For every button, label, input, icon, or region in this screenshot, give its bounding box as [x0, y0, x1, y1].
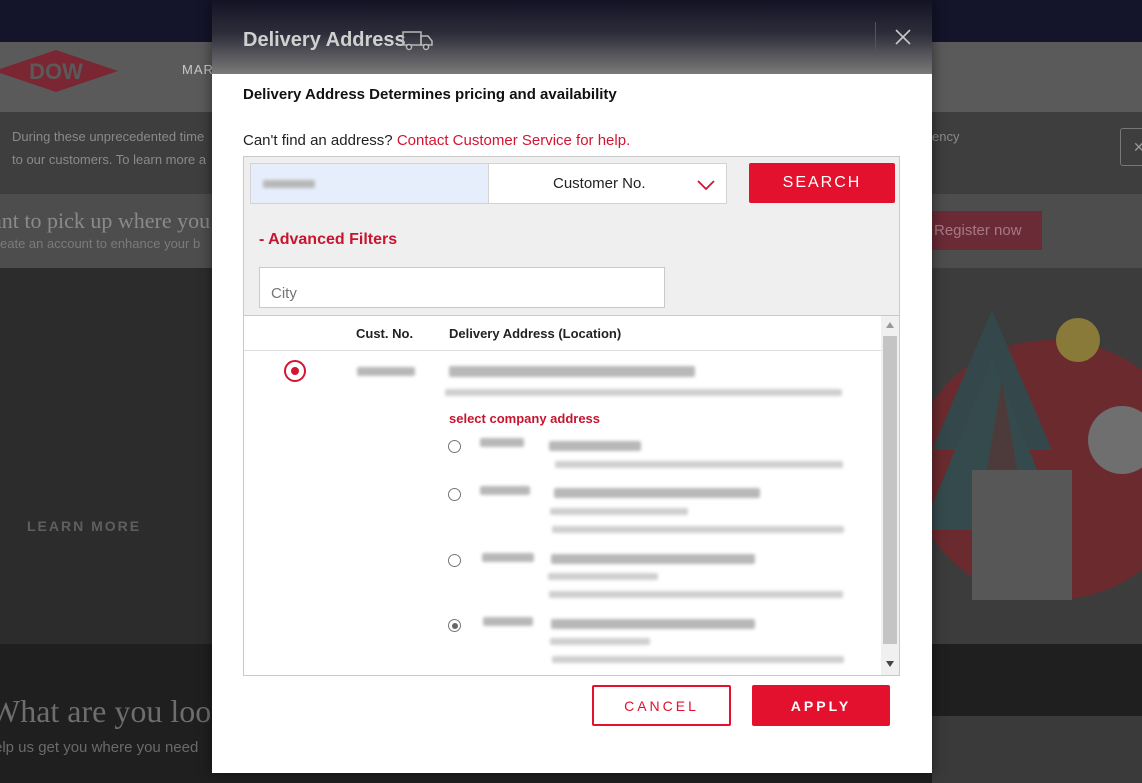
header-divider	[875, 22, 876, 52]
company-address-radio[interactable]	[448, 488, 461, 501]
redacted-address-line	[552, 656, 844, 663]
company-address-radio[interactable]	[448, 554, 461, 567]
background-learn-more: LEARN MORE	[27, 518, 142, 534]
search-type-value: Customer No.	[553, 175, 646, 192]
redacted-address-line	[555, 461, 843, 468]
hero-illustration	[932, 310, 1142, 600]
redacted-address-line	[548, 573, 658, 580]
cancel-button[interactable]: CANCEL	[592, 685, 731, 726]
redacted-address-line	[449, 366, 695, 377]
redacted-address-line	[549, 591, 843, 598]
redacted-address-line	[551, 554, 755, 564]
close-icon[interactable]	[894, 28, 912, 46]
delivery-address-modal: Delivery Address Delivery Address Determ…	[212, 0, 932, 773]
redacted-address-line	[445, 389, 842, 396]
column-header-delivery-address: Delivery Address (Location)	[449, 326, 622, 341]
redacted-address-line	[550, 638, 650, 645]
background-banner-subtitle: eate an account to enhance your b	[0, 236, 201, 251]
scroll-thumb[interactable]	[883, 336, 897, 644]
search-button[interactable]: SEARCH	[749, 163, 895, 203]
scroll-down-arrow-icon[interactable]	[886, 661, 894, 667]
modal-header: Delivery Address	[212, 0, 932, 74]
city-field[interactable]	[259, 267, 665, 308]
table-header: Cust. No. Delivery Address (Location)	[244, 316, 881, 351]
redacted-address-line	[552, 526, 844, 533]
truck-icon	[402, 31, 433, 51]
help-prefix: Can't find an address?	[243, 132, 393, 149]
column-header-cust-no: Cust. No.	[356, 326, 414, 341]
modal-title: Delivery Address	[243, 29, 406, 51]
redacted-code	[480, 438, 524, 447]
redacted-address-line	[550, 508, 688, 515]
address-results-table: Cust. No. Delivery Address (Location) se…	[243, 315, 900, 676]
scroll-up-arrow-icon[interactable]	[886, 322, 894, 328]
redacted-code	[480, 486, 530, 495]
contact-customer-service-link[interactable]: Contact Customer Service for help.	[397, 132, 630, 149]
background-notice-text: ency	[932, 129, 960, 144]
chevron-down-icon	[697, 180, 715, 191]
apply-button[interactable]: APPLY	[752, 685, 890, 726]
search-type-dropdown[interactable]: Customer No.	[488, 163, 727, 204]
redacted-address-line	[551, 619, 755, 629]
background-register-button: Register now	[918, 211, 1042, 250]
background-notice-line: to our customers. To learn more a	[12, 152, 207, 167]
redacted-address-line	[549, 441, 641, 451]
background-nav-item: MAR	[182, 62, 214, 77]
company-address-radio[interactable]	[448, 440, 461, 453]
redacted-code	[483, 617, 533, 626]
background-bottom-subtitle: elp us get you where you need	[0, 739, 199, 756]
background-bottom-panel	[932, 716, 1142, 783]
background-notice-line: During these unprecedented time	[12, 129, 205, 144]
help-text: Can't find an address? Contact Customer …	[243, 132, 630, 149]
background-close-icon: ✕	[1120, 128, 1142, 166]
select-company-address-label: select company address	[449, 411, 601, 426]
customer-number-input[interactable]	[250, 163, 489, 204]
modal-subtitle: Delivery Address Determines pricing and …	[243, 86, 617, 103]
customer-radio-selected[interactable]	[284, 360, 306, 382]
redacted-address-line	[554, 488, 760, 498]
redacted-value	[263, 180, 315, 188]
redacted-cust-no	[357, 367, 415, 376]
redacted-code	[482, 553, 534, 562]
background-banner-title: ant to pick up where you	[0, 208, 211, 233]
advanced-filters-toggle[interactable]: - Advanced Filters	[259, 231, 397, 249]
dow-logo: DOW	[0, 50, 118, 92]
background-bottom-title: What are you look	[0, 693, 228, 729]
search-filter-panel: Customer No. SEARCH - Advanced Filters	[243, 156, 900, 316]
svg-text:DOW: DOW	[29, 59, 83, 84]
company-address-radio-selected[interactable]	[448, 619, 461, 632]
table-scrollbar[interactable]	[881, 316, 899, 675]
